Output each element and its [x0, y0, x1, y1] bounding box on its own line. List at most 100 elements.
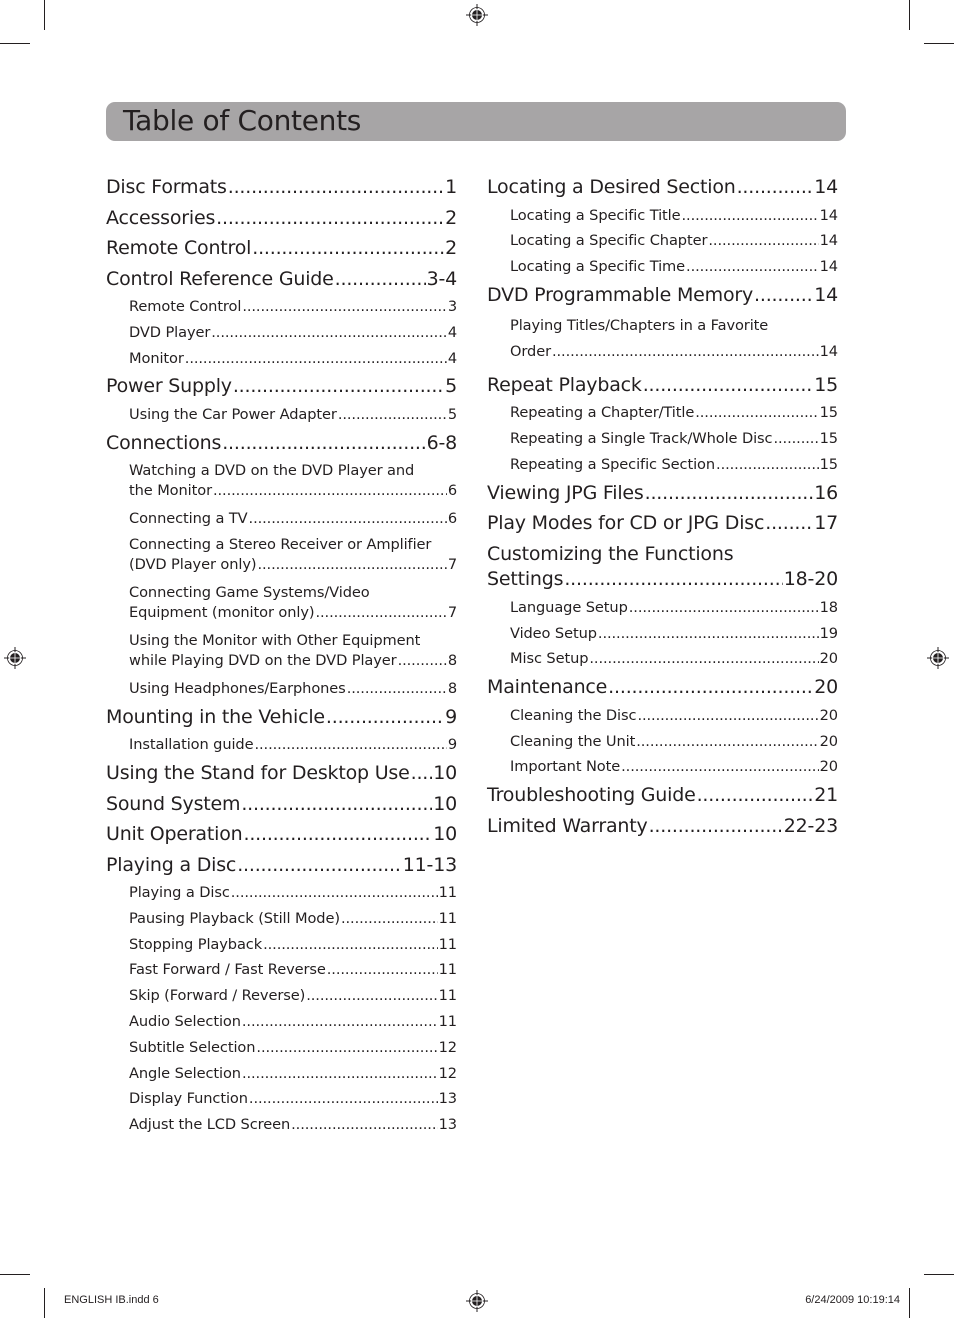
- toc-subsection-entry[interactable]: Connecting a Stereo Receiver or Amplifie…: [106, 532, 457, 580]
- toc-entry-title-continued: Equipment (monitor only): [129, 603, 315, 621]
- toc-subsection-entry[interactable]: Repeating a Specific Section 15: [487, 452, 838, 478]
- toc-entry-title: Using the Car Power Adapter: [129, 405, 337, 423]
- dot-leader: [552, 339, 819, 365]
- dot-leader: [243, 819, 432, 850]
- toc-subsection-entry[interactable]: Adjust the LCD Screen 13: [106, 1112, 457, 1138]
- toc-section-entry[interactable]: Troubleshooting Guide 21: [487, 780, 838, 811]
- toc-subsection-entry[interactable]: Remote Control 3: [106, 294, 457, 320]
- toc-section-entry[interactable]: Unit Operation 10: [106, 819, 457, 850]
- toc-section-entry[interactable]: Mounting in the Vehicle 9: [106, 702, 457, 733]
- toc-section-entry[interactable]: DVD Programmable Memory 14: [487, 280, 838, 311]
- toc-entry-title: Watching a DVD on the DVD Player and: [129, 462, 415, 480]
- toc-subsection-entry[interactable]: Watching a DVD on the DVD Player and the …: [106, 458, 457, 506]
- dot-leader: [222, 428, 425, 459]
- toc-subsection-entry[interactable]: Installation guide 9: [106, 732, 457, 758]
- toc-entry-title: Customizing the Functions: [487, 542, 734, 565]
- toc-left-column: Disc Formats 1 Accessories 2 Remote Control 2…: [106, 172, 457, 1138]
- dot-leader: [256, 1035, 437, 1061]
- toc-entry-title: Connecting a Stereo Receiver or Amplifie…: [129, 535, 432, 553]
- toc-section-entry[interactable]: Viewing JPG Files 16: [487, 478, 838, 509]
- toc-page-number: 21: [814, 784, 838, 807]
- toc-entry-title: DVD Programmable Memory: [487, 283, 754, 306]
- toc-section-entry[interactable]: Play Modes for CD or JPG Disc 17: [487, 508, 838, 539]
- toc-subsection-entry[interactable]: Stopping Playback 11: [106, 932, 457, 958]
- toc-subsection-entry[interactable]: Connecting Game Systems/Video Equipment (…: [106, 580, 457, 628]
- toc-page-number: 8: [447, 651, 457, 669]
- toc-page-number: 17: [814, 512, 838, 535]
- toc-subsection-entry[interactable]: Audio Selection 11: [106, 1009, 457, 1035]
- toc-section-entry[interactable]: Control Reference Guide 3-4: [106, 264, 457, 295]
- toc-section-entry[interactable]: Accessories 2: [106, 203, 457, 234]
- toc-section-entry[interactable]: Limited Warranty 22-23: [487, 811, 838, 842]
- crop-mark: [924, 1274, 954, 1275]
- dot-leader: [242, 294, 447, 320]
- toc-subsection-entry[interactable]: Skip (Forward / Reverse) 11: [106, 983, 457, 1009]
- toc-page-number: 14: [819, 258, 838, 276]
- toc-entry-title: Video Setup: [510, 624, 597, 642]
- toc-entry-title: Skip (Forward / Reverse): [129, 987, 306, 1005]
- toc-subsection-entry[interactable]: Playing Titles/Chapters in a Favorite Ord…: [487, 310, 838, 370]
- dot-leader: [598, 621, 819, 647]
- toc-subsection-entry[interactable]: Fast Forward / Fast Reverse 11: [106, 957, 457, 983]
- toc-entry-title: Subtitle Selection: [129, 1038, 256, 1056]
- toc-subsection-entry[interactable]: Cleaning the Disc 20: [487, 703, 838, 729]
- toc-subsection-entry[interactable]: Cleaning the Unit 20: [487, 729, 838, 755]
- toc-section-entry[interactable]: Playing a Disc 11-13: [106, 850, 457, 881]
- toc-section-entry[interactable]: Locating a Desired Section 14: [487, 172, 838, 203]
- toc-subsection-entry[interactable]: Repeating a Chapter/Title 15: [487, 400, 838, 426]
- toc-right-column: Locating a Desired Section14Locating a S…: [487, 172, 838, 841]
- toc-subsection-entry[interactable]: Using Headphones/Earphones 8: [106, 676, 457, 702]
- toc-section-entry[interactable]: Sound System 10: [106, 789, 457, 820]
- toc-page-number: 14: [819, 206, 838, 224]
- registration-mark-icon: [4, 647, 26, 669]
- toc-subsection-entry[interactable]: Locating a Specific Chapter 14: [487, 228, 838, 254]
- toc-page-number: 8: [447, 679, 457, 697]
- toc-subsection-entry[interactable]: Important Note 20: [487, 754, 838, 780]
- toc-subsection-entry[interactable]: Playing a Disc 11: [106, 880, 457, 906]
- toc-section-entry[interactable]: Maintenance 20: [487, 672, 838, 703]
- toc-section-entry[interactable]: Remote Control 2: [106, 233, 457, 264]
- toc-subsection-entry[interactable]: Using the Monitor with Other Equipment wh…: [106, 628, 457, 676]
- crop-mark: [909, 1288, 910, 1318]
- toc-subsection-entry[interactable]: Locating a Specific Title 14: [487, 203, 838, 229]
- toc-section-entry[interactable]: Connections 6-8: [106, 428, 457, 459]
- dot-leader: [213, 481, 447, 501]
- toc-entry-title: Connections: [106, 431, 222, 454]
- toc-entry-title: Fast Forward / Fast Reverse: [129, 961, 326, 979]
- toc-section-entry[interactable]: Using the Stand for Desktop Use 10: [106, 758, 457, 789]
- toc-subsection-entry[interactable]: Connecting a TV 6: [106, 506, 457, 532]
- dot-leader: [291, 1112, 438, 1138]
- toc-page-number: 7: [447, 603, 457, 621]
- dot-leader: [315, 603, 446, 623]
- toc-page-number: 10: [433, 792, 457, 815]
- toc-entry-title-continued: the Monitor: [129, 482, 212, 500]
- toc-subsection-entry[interactable]: Misc Setup 20: [487, 646, 838, 672]
- dot-leader: [716, 452, 819, 478]
- toc-subsection-entry[interactable]: Using the Car Power Adapter 5: [106, 402, 457, 428]
- dot-leader: [754, 280, 813, 311]
- toc-entry-title: Unit Operation: [106, 823, 243, 846]
- toc-entry-title: Locating a Specific Time: [510, 258, 686, 276]
- toc-section-entry[interactable]: Repeat Playback 15: [487, 370, 838, 401]
- toc-entry-title: Mounting in the Vehicle: [106, 705, 325, 728]
- toc-entry-title: Disc Formats: [106, 176, 227, 198]
- toc-entry-title: Adjust the LCD Screen: [129, 1116, 291, 1134]
- toc-subsection-entry[interactable]: Subtitle Selection 12: [106, 1035, 457, 1061]
- toc-entry-title: Using the Monitor with Other Equipment: [129, 631, 421, 649]
- toc-page-number: 20: [819, 758, 838, 776]
- toc-subsection-entry[interactable]: Pausing Playback (Still Mode) 11: [106, 906, 457, 932]
- toc-subsection-entry[interactable]: Monitor 4: [106, 346, 457, 372]
- toc-section-entry[interactable]: Power Supply 5: [106, 371, 457, 402]
- dot-leader: [564, 567, 782, 592]
- toc-page-number: 12: [438, 1064, 457, 1082]
- toc-page-number: 19: [819, 624, 838, 642]
- toc-subsection-entry[interactable]: Angle Selection 12: [106, 1061, 457, 1087]
- toc-subsection-entry[interactable]: DVD Player 4: [106, 320, 457, 346]
- toc-subsection-entry[interactable]: Display Function 13: [106, 1086, 457, 1112]
- toc-section-entry[interactable]: Disc Formats 1: [106, 172, 457, 203]
- toc-section-entry[interactable]: Customizing the FunctionsSettings 18-20: [487, 539, 838, 595]
- toc-subsection-entry[interactable]: Locating a Specific Time 14: [487, 254, 838, 280]
- toc-subsection-entry[interactable]: Language Setup 18: [487, 595, 838, 621]
- toc-subsection-entry[interactable]: Video Setup 19: [487, 621, 838, 647]
- toc-subsection-entry[interactable]: Repeating a Single Track/Whole Disc 15: [487, 426, 838, 452]
